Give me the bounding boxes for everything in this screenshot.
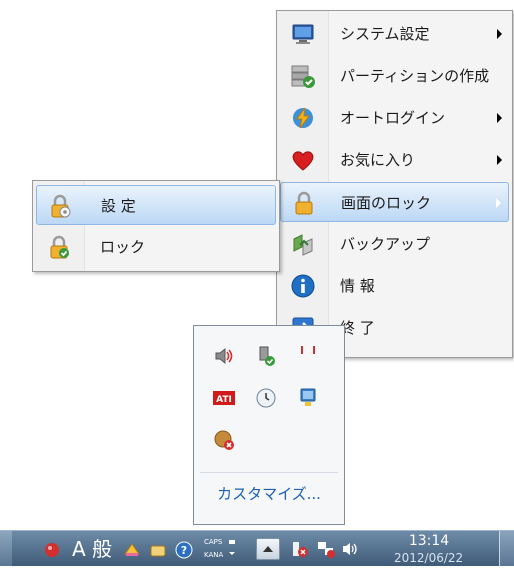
chevron-up-icon <box>263 546 273 552</box>
volume-icon[interactable] <box>340 539 360 559</box>
ime-red-icon[interactable] <box>42 540 62 560</box>
submenu-item-lock[interactable]: ロック <box>36 227 276 267</box>
menu-item-label: 情 報 <box>340 277 375 295</box>
menu-item-label: 終 了 <box>340 319 375 337</box>
clock-date[interactable]: 2012/06/22 <box>394 551 463 565</box>
monitor-icon <box>292 24 314 44</box>
submenu-arrow-icon <box>497 155 502 165</box>
taskbar: A 般 ? CAPS KANA 13:14 2012/06/22 <box>0 530 514 566</box>
lock-icon <box>295 191 313 215</box>
ime-tool-icon[interactable] <box>122 540 142 560</box>
ati-icon[interactable]: ATI <box>212 386 236 410</box>
submenu-item-label: ロック <box>100 238 146 256</box>
context-menu: システム設定 パーティションの作成 オートログイン お気に入り 画面のロック バ… <box>276 10 513 358</box>
menu-item-label: システム設定 <box>340 25 430 43</box>
action-center-icon[interactable] <box>290 539 310 559</box>
kana-indicator: KANA <box>204 551 224 559</box>
customize-link[interactable]: カスタマイズ... <box>194 480 344 508</box>
menu-item-auto-login[interactable]: オートログイン <box>280 98 509 138</box>
flag-icon[interactable] <box>296 344 320 368</box>
lock-settings-icon <box>51 194 71 218</box>
submenu-arrow-icon <box>497 113 502 123</box>
submenu-arrow-icon <box>496 198 501 208</box>
lock-check-icon <box>50 235 69 259</box>
clock-time[interactable]: 13:14 <box>398 533 460 549</box>
screen-lock-submenu: 設 定 ロック <box>32 180 280 272</box>
menu-item-favorites[interactable]: お気に入り <box>280 140 509 180</box>
usb-safe-remove-icon[interactable] <box>254 344 278 368</box>
ime-pad-icon[interactable] <box>148 540 168 560</box>
menu-item-label: お気に入り <box>340 151 416 169</box>
caps-indicator: CAPS <box>204 538 223 546</box>
menu-item-create-partition[interactable]: パーティションの作成 <box>280 56 509 96</box>
speaker-icon[interactable] <box>212 344 236 368</box>
menu-item-backup[interactable]: バックアップ <box>280 224 509 264</box>
panel-divider <box>200 472 338 473</box>
show-desktop-button[interactable] <box>499 531 514 566</box>
ime-mode-indicator[interactable]: A 般 <box>72 536 112 571</box>
network-status-icon[interactable] <box>316 539 336 559</box>
disk-check-icon <box>291 65 315 88</box>
help-icon[interactable]: ? <box>174 540 194 560</box>
svg-text:ATI: ATI <box>216 395 232 405</box>
menu-item-label: パーティションの作成 <box>340 67 490 85</box>
ime-options-icon[interactable] <box>227 538 237 558</box>
menu-item-screen-lock[interactable]: 画面のロック <box>280 182 509 222</box>
lightning-icon <box>293 107 313 129</box>
backup-icon <box>293 234 313 256</box>
menu-item-label: オートログイン <box>340 109 446 127</box>
taskbar-left-edge <box>0 531 12 566</box>
submenu-item-settings[interactable]: 設 定 <box>36 185 276 225</box>
clock-icon[interactable] <box>254 386 278 410</box>
menu-item-label: 画面のロック <box>341 194 432 212</box>
svg-text:?: ? <box>181 544 187 557</box>
menu-item-system-settings[interactable]: システム設定 <box>280 14 509 54</box>
network-icon[interactable] <box>296 386 320 410</box>
submenu-item-label: 設 定 <box>101 197 136 215</box>
notification-overflow-panel: ATI カスタマイズ... <box>193 325 345 525</box>
info-icon <box>291 274 315 298</box>
menu-item-info[interactable]: 情 報 <box>280 266 509 306</box>
heart-icon <box>292 151 314 171</box>
security-alert-icon[interactable] <box>212 428 236 452</box>
menu-item-label: バックアップ <box>340 235 431 253</box>
show-hidden-icons-button[interactable] <box>256 538 280 560</box>
submenu-arrow-icon <box>497 29 502 39</box>
